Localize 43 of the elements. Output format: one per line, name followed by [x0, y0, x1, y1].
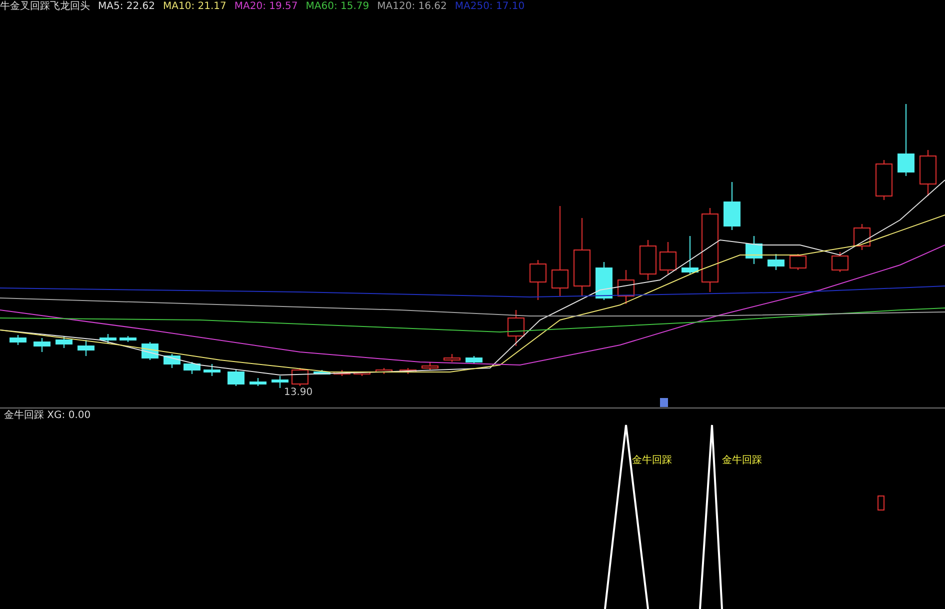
ma-legend-label: MA10: 21.17	[163, 1, 226, 12]
candlestick	[228, 370, 244, 386]
chart-title: 牛金叉回踩飞龙回头	[0, 1, 90, 12]
candlestick	[724, 182, 740, 230]
ma-legend-label: MA5: 22.62	[98, 1, 156, 12]
candlestick	[466, 356, 482, 364]
candlestick	[34, 338, 50, 352]
candlestick	[508, 310, 524, 346]
candlestick	[876, 160, 892, 200]
candlestick	[640, 240, 656, 280]
ma-legend-label: MA20: 19.57	[234, 1, 298, 12]
candlestick	[618, 270, 634, 304]
candlestick	[790, 254, 806, 270]
candlestick	[100, 334, 116, 344]
candlestick	[78, 340, 94, 356]
candlestick	[682, 236, 698, 274]
candlestick	[250, 378, 266, 386]
signal-label: 金牛回踩	[722, 455, 762, 467]
candlestick	[444, 354, 460, 362]
candlestick	[184, 362, 200, 374]
candlestick	[660, 242, 676, 274]
candlestick	[596, 262, 612, 300]
candlestick	[920, 150, 936, 196]
candlestick	[768, 254, 784, 270]
candlestick	[204, 364, 220, 376]
candlestick	[422, 362, 438, 370]
ma-legend-label: MA60: 15.79	[306, 1, 370, 12]
signal-label: 金牛回踩	[632, 455, 672, 467]
candlestick	[292, 368, 308, 386]
candlestick	[854, 224, 870, 250]
candlestick	[314, 370, 330, 374]
bar-icon	[878, 496, 884, 510]
candlestick	[164, 354, 180, 368]
ma-legend-label: MA120: 16.62	[377, 1, 447, 12]
indicator-title: 金牛回踩 XG: 0.00	[4, 410, 91, 422]
candlestick	[832, 252, 848, 272]
candlestick	[272, 376, 288, 388]
candlestick	[530, 260, 546, 300]
candlestick	[56, 336, 72, 348]
candlestick	[746, 236, 762, 264]
marker-icon	[660, 398, 668, 407]
ma-legend-label: MA250: 17.10	[454, 1, 525, 12]
low-price-label: 13.90	[284, 387, 313, 399]
